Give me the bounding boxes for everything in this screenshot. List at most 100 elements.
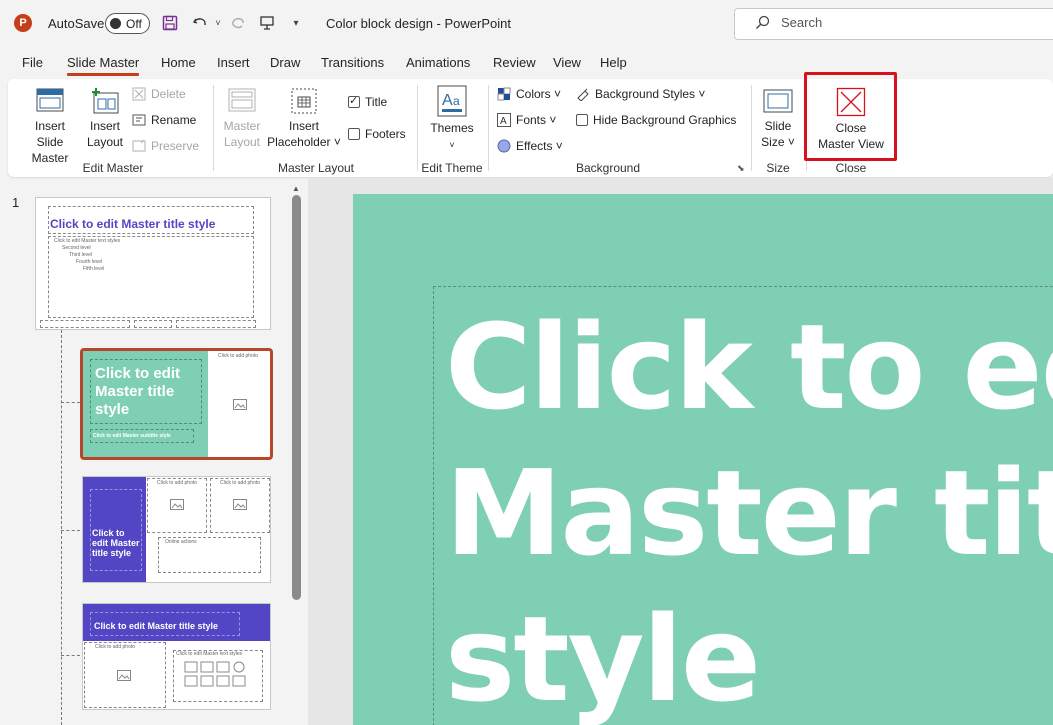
master-text-level-1: Click to edit Master text styles bbox=[54, 238, 121, 244]
master-text-level-2: Second level bbox=[62, 245, 91, 251]
colors-label: Colors ˅ bbox=[516, 87, 562, 101]
master-layout-icon bbox=[228, 88, 256, 112]
tab-slide-master[interactable]: Slide Master bbox=[67, 55, 140, 76]
insert-layout-icon bbox=[92, 88, 119, 114]
layout2-title-text: Click to edit Master title style bbox=[92, 528, 140, 558]
colors-button[interactable]: Colors ˅ bbox=[497, 87, 561, 101]
footers-checkbox-label: Footers bbox=[365, 127, 406, 141]
document-title: Color block design - PowerPoint bbox=[326, 16, 511, 31]
save-icon[interactable] bbox=[160, 13, 180, 33]
group-label-background: Background bbox=[575, 161, 641, 175]
fonts-button[interactable]: A Fonts ˅ bbox=[497, 113, 556, 127]
master-title-text: Click to edit Master title style bbox=[50, 217, 216, 231]
layout-thumbnail-title-photo[interactable]: Click to edit Master title style Click t… bbox=[80, 348, 273, 460]
master-layout-label-1: Master bbox=[223, 119, 261, 133]
tab-review[interactable]: Review bbox=[493, 55, 536, 70]
customize-toolbar-icon[interactable]: ▾ bbox=[286, 13, 306, 33]
layout-tree-branch bbox=[61, 655, 80, 656]
search-icon bbox=[755, 15, 770, 34]
group-separator bbox=[213, 85, 214, 171]
fonts-icon: A bbox=[497, 113, 511, 127]
layout3-photo-text: Click to add photo bbox=[95, 644, 136, 650]
themes-button[interactable]: Aa Themes ˅ bbox=[426, 85, 478, 153]
hide-background-graphics-label: Hide Background Graphics bbox=[593, 113, 737, 127]
group-separator bbox=[417, 85, 418, 171]
layout2-photo-text-1: Click to add photo bbox=[157, 480, 198, 486]
hide-background-graphics-checkbox[interactable]: Hide Background Graphics bbox=[576, 113, 736, 127]
tab-file[interactable]: File bbox=[22, 55, 43, 70]
layout-tree-branch bbox=[61, 530, 80, 531]
ribbon: Insert Slide Master Insert Layout Delete… bbox=[8, 72, 1053, 177]
layout-tree-branch bbox=[61, 402, 80, 403]
rename-icon bbox=[132, 114, 146, 126]
title-checkbox[interactable]: Title bbox=[348, 94, 387, 109]
layout2-photo-text-2: Click to add photo bbox=[220, 480, 261, 486]
slide-size-label-2: Size ˅ bbox=[761, 135, 795, 149]
thumbnail-scrollbar[interactable] bbox=[292, 195, 301, 600]
slide-master-preview[interactable]: Click to edit Master title style bbox=[353, 194, 1053, 725]
slide-size-button[interactable]: Slide Size ˅ bbox=[756, 87, 800, 150]
master-layout-label-2: Layout bbox=[223, 135, 261, 149]
tab-transitions[interactable]: Transitions bbox=[321, 55, 384, 70]
slide-number: 1 bbox=[12, 195, 20, 210]
master-text-level-4: Fourth level bbox=[76, 259, 103, 265]
tab-insert[interactable]: Insert bbox=[217, 55, 250, 70]
insert-layout-label-2: Layout bbox=[86, 135, 124, 149]
master-text-level-3: Third level bbox=[69, 252, 93, 258]
layout-thumbnail-title-bar[interactable]: Click to edit Master title style Click t… bbox=[82, 603, 271, 710]
tab-home[interactable]: Home bbox=[161, 55, 196, 70]
tab-help[interactable]: Help bbox=[600, 55, 627, 70]
picture-icon bbox=[117, 670, 131, 681]
powerpoint-logo-icon: P bbox=[14, 14, 32, 32]
redo-icon[interactable] bbox=[228, 13, 248, 33]
title-checkbox-box[interactable] bbox=[348, 94, 360, 108]
tab-draw[interactable]: Draw bbox=[270, 55, 300, 70]
insert-placeholder-label-2: Placeholder ˅ bbox=[267, 135, 341, 149]
layout-thumbnail-purple-photos[interactable]: Click to edit Master title style Click t… bbox=[82, 476, 271, 583]
rename-button[interactable]: Rename bbox=[132, 113, 196, 127]
slide-title-text[interactable]: Click to edit Master title style bbox=[445, 294, 1053, 725]
undo-icon[interactable] bbox=[190, 13, 210, 33]
slide-editing-canvas: Click to edit Master title style bbox=[308, 178, 1053, 725]
themes-icon: Aa bbox=[437, 85, 467, 117]
picture-icon bbox=[233, 499, 247, 510]
search-box[interactable] bbox=[734, 8, 1053, 40]
effects-icon bbox=[497, 139, 511, 153]
group-label-edit-master: Edit Master bbox=[82, 161, 144, 175]
insert-slide-master-button[interactable]: Insert Slide Master bbox=[20, 87, 80, 166]
insert-placeholder-button[interactable]: Insert Placeholder ˅ bbox=[266, 87, 342, 150]
delete-button[interactable]: Delete bbox=[132, 87, 186, 101]
layout2-text: Online actions bbox=[165, 539, 197, 545]
autosave-label: AutoSave bbox=[48, 16, 105, 31]
undo-dropdown-icon[interactable]: ˅ bbox=[208, 13, 228, 33]
footers-checkbox-box[interactable] bbox=[348, 128, 360, 140]
slide-master-thumbnail[interactable]: Click to edit Master title style Click t… bbox=[35, 197, 271, 330]
preserve-icon bbox=[132, 139, 146, 152]
themes-label: Themes bbox=[430, 121, 474, 135]
effects-button[interactable]: Effects ˅ bbox=[497, 139, 563, 153]
svg-text:A: A bbox=[500, 116, 507, 127]
slide-master-icon bbox=[36, 88, 64, 112]
layout3-title-text: Click to edit Master title style bbox=[94, 621, 219, 631]
footers-checkbox[interactable]: Footers bbox=[348, 127, 406, 141]
insert-layout-label-1: Insert bbox=[89, 119, 120, 133]
group-label-edit-theme: Edit Theme bbox=[421, 161, 483, 175]
layout1-photo-text: Click to add photo bbox=[218, 353, 259, 359]
hide-background-graphics-box[interactable] bbox=[576, 114, 588, 126]
tab-animations[interactable]: Animations bbox=[406, 55, 470, 70]
master-footer-placeholder bbox=[40, 320, 130, 328]
present-icon[interactable] bbox=[257, 13, 277, 33]
colors-icon bbox=[497, 87, 511, 101]
master-layout-button[interactable]: Master Layout bbox=[222, 87, 262, 150]
close-button-highlight bbox=[804, 72, 897, 161]
scroll-up-arrow-icon[interactable]: ▲ bbox=[292, 184, 300, 193]
preserve-button[interactable]: Preserve bbox=[132, 139, 199, 153]
background-styles-button[interactable]: Background Styles ˅ bbox=[576, 87, 705, 101]
insert-layout-button[interactable]: Insert Layout bbox=[85, 87, 125, 150]
background-styles-label: Background Styles ˅ bbox=[595, 87, 706, 101]
background-dialog-launcher-icon[interactable]: ⬊ bbox=[737, 163, 745, 174]
search-input[interactable] bbox=[781, 15, 981, 30]
content-insert-icons bbox=[184, 661, 246, 687]
tab-view[interactable]: View bbox=[553, 55, 581, 70]
autosave-toggle[interactable]: Off bbox=[105, 13, 150, 34]
